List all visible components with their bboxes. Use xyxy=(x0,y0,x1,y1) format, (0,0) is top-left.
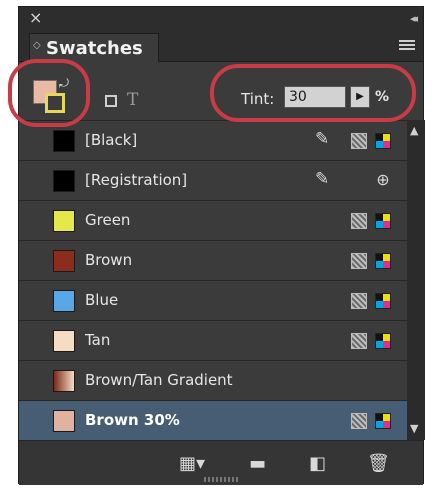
panel-titlebar: × ◂◂ xyxy=(19,7,423,29)
tab-swatches[interactable]: ◇ Swatches xyxy=(29,33,159,62)
process-color-icon xyxy=(351,133,367,149)
swatch-chip xyxy=(53,170,75,192)
no-edit-icon: ✎ xyxy=(315,129,330,149)
new-swatch-icon[interactable]: ◧ xyxy=(309,453,326,474)
panel-menu-icon[interactable] xyxy=(399,40,415,52)
registration-icon: ⊕ xyxy=(376,170,390,189)
bottom-toolbar: ▦▾ ▬ ◧ 🗑 xyxy=(19,440,423,485)
swatch-row[interactable]: Tan xyxy=(19,320,407,360)
process-color-icon xyxy=(351,213,367,229)
swatch-label: Brown xyxy=(85,251,133,269)
tab-arrows-icon[interactable]: ◇ xyxy=(33,40,41,51)
swatch-chip xyxy=(53,290,75,312)
collapse-icon[interactable]: ◂◂ xyxy=(410,9,418,29)
swatch-row[interactable]: Brown xyxy=(19,240,407,280)
show-swatch-kinds-icon[interactable]: ▦▾ xyxy=(179,453,205,474)
cmyk-mode-icon xyxy=(375,333,391,349)
process-color-icon xyxy=(351,293,367,309)
close-icon[interactable]: × xyxy=(29,8,42,28)
highlight-ring-fill xyxy=(8,59,90,127)
swatch-label: [Registration] xyxy=(85,171,188,189)
swatch-list: [Black] ✎ [Registration] ✎ ⊕ Green Brown Blue Ta… xyxy=(19,120,407,440)
scroll-down-icon[interactable]: ▼ xyxy=(410,422,418,435)
highlight-ring-tint xyxy=(210,64,416,122)
swatch-label: Tan xyxy=(85,331,111,349)
swatch-row[interactable]: Brown/Tan Gradient xyxy=(19,360,407,400)
swatch-label: Green xyxy=(85,211,131,229)
folder-icon[interactable]: ▬ xyxy=(249,453,266,474)
swatch-chip xyxy=(53,410,75,432)
formatting-container-icon[interactable] xyxy=(105,95,117,107)
swatch-chip xyxy=(53,250,75,272)
process-color-icon xyxy=(351,413,367,429)
tab-label: Swatches xyxy=(46,38,143,59)
cmyk-mode-icon xyxy=(375,413,391,429)
no-edit-icon: ✎ xyxy=(315,169,330,189)
formatting-text-icon[interactable]: T xyxy=(127,90,138,110)
swatch-row[interactable]: Green xyxy=(19,200,407,240)
swatch-chip xyxy=(53,370,75,392)
swatch-chip xyxy=(53,330,75,352)
swatch-row[interactable]: [Black] ✎ xyxy=(19,120,407,160)
scroll-up-icon[interactable]: ▲ xyxy=(410,124,418,137)
process-color-icon xyxy=(351,333,367,349)
cmyk-mode-icon xyxy=(375,293,391,309)
scrollbar[interactable]: ▲ ▼ xyxy=(407,120,425,440)
swatch-chip xyxy=(53,130,75,152)
swatch-label: Blue xyxy=(85,291,119,309)
swatch-label: Brown 30% xyxy=(85,411,180,429)
swatch-label: Brown/Tan Gradient xyxy=(85,371,233,389)
swatch-row[interactable]: [Registration] ✎ ⊕ xyxy=(19,160,407,200)
cmyk-mode-icon xyxy=(375,253,391,269)
resize-grip[interactable] xyxy=(204,477,240,482)
swatch-row[interactable]: Blue xyxy=(19,280,407,320)
cmyk-mode-icon xyxy=(375,133,391,149)
process-color-icon xyxy=(351,253,367,269)
tab-row: ◇ Swatches xyxy=(19,29,423,62)
swatch-label: [Black] xyxy=(85,131,138,149)
cmyk-mode-icon xyxy=(375,213,391,229)
swatch-row[interactable]: Brown 30% xyxy=(19,400,407,440)
swatch-chip xyxy=(53,210,75,232)
trash-icon[interactable]: 🗑 xyxy=(367,453,390,474)
